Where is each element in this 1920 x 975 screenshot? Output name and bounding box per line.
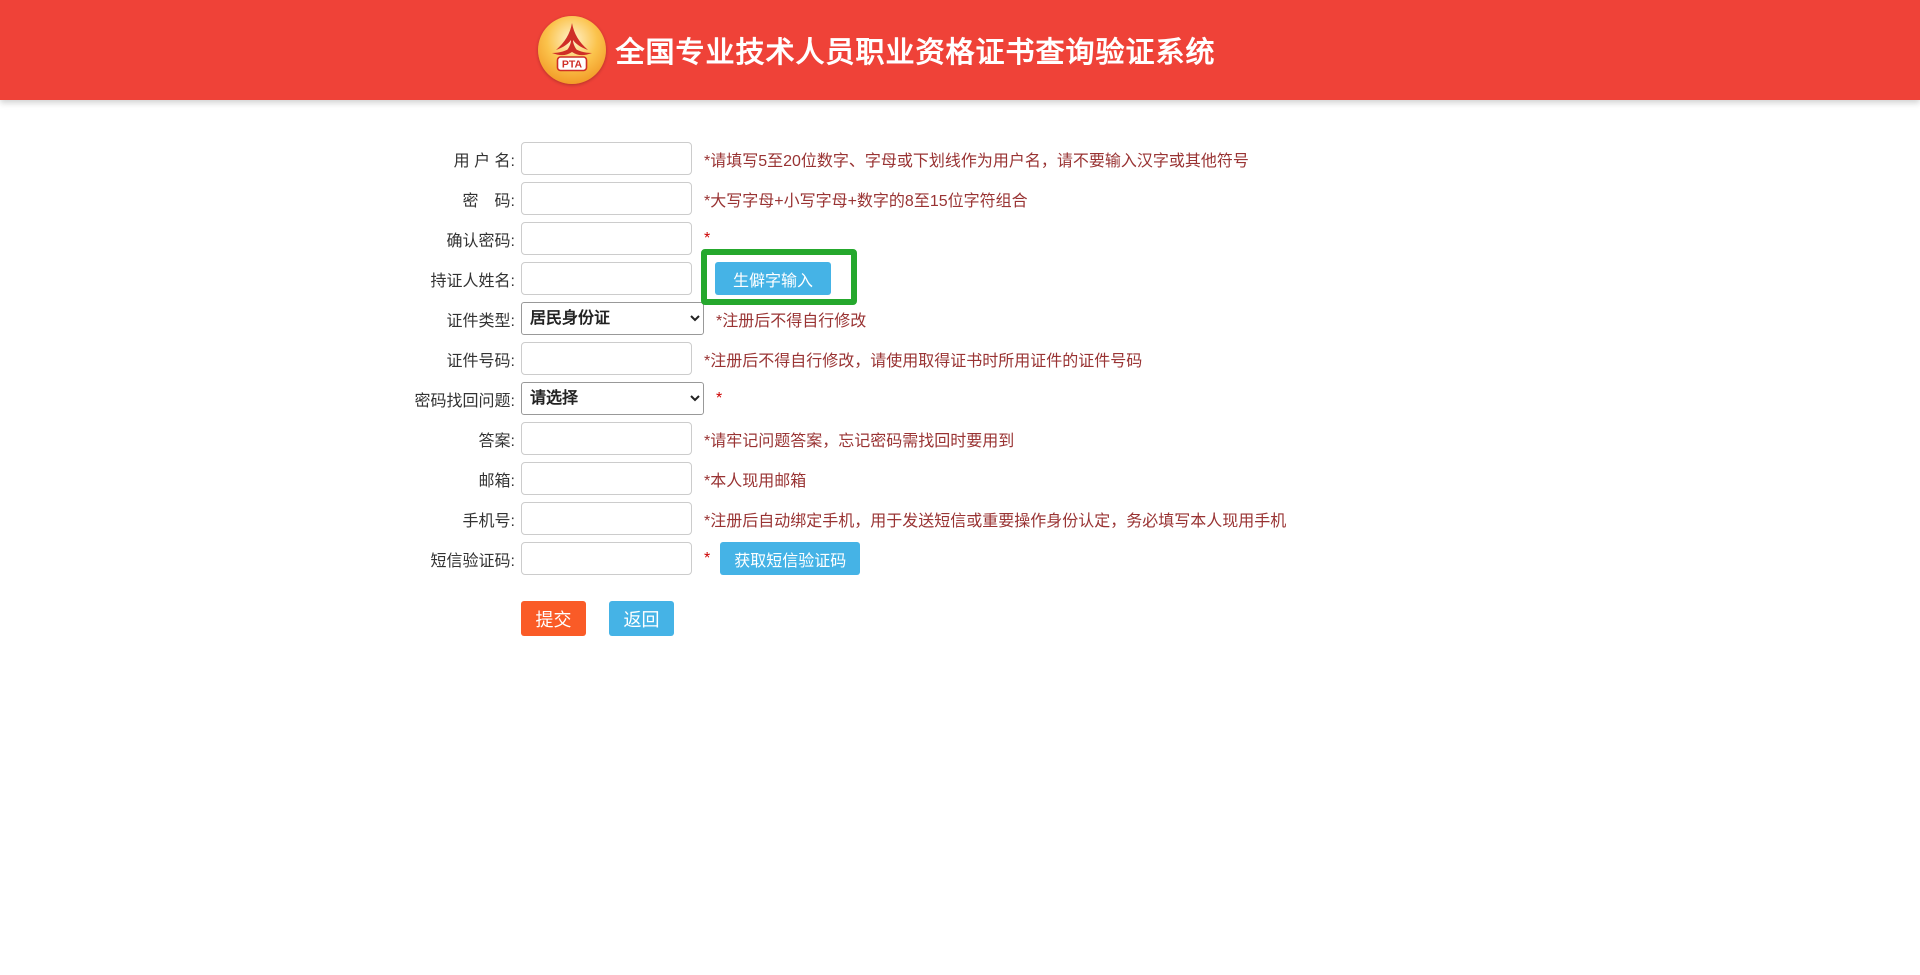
answer-hint: *请牢记问题答案，忘记密码需找回时要用到 <box>704 427 1014 451</box>
password-hint: *大写字母+小写字母+数字的8至15位字符组合 <box>704 187 1028 211</box>
sms-code-required-asterisk: * <box>704 550 710 568</box>
password-input[interactable] <box>521 182 692 215</box>
mobile-hint: *注册后自动绑定手机，用于发送短信或重要操作身份认定，务必填写本人现用手机 <box>704 507 1286 531</box>
back-button[interactable]: 返回 <box>609 601 674 636</box>
security-question-required-asterisk: * <box>716 390 722 408</box>
answer-input[interactable] <box>521 422 692 455</box>
form-row-username: 用 户 名: *请填写5至20位数字、字母或下划线作为用户名，请不要输入汉字或其… <box>0 142 1920 175</box>
page-title: 全国专业技术人员职业资格证书查询验证系统 <box>615 29 1215 71</box>
mobile-label: 手机号: <box>0 507 521 531</box>
confirm-password-input[interactable] <box>521 222 692 255</box>
id-type-select[interactable]: 居民身份证 <box>521 302 704 335</box>
email-hint: *本人现用邮箱 <box>704 467 806 491</box>
id-number-input[interactable] <box>521 342 692 375</box>
username-label: 用 户 名: <box>0 147 521 171</box>
form-actions: 提交 返回 <box>521 601 1920 636</box>
header-content: PTA 全国专业技术人员职业资格证书查询验证系统 <box>538 16 1215 84</box>
confirm-password-label: 确认密码: <box>0 227 521 251</box>
id-number-label: 证件号码: <box>0 347 521 371</box>
sms-code-input[interactable] <box>521 542 692 575</box>
id-type-hint: *注册后不得自行修改 <box>716 307 866 331</box>
rare-char-button-wrap: 生僻字输入 <box>715 262 831 295</box>
registration-form: 用 户 名: *请填写5至20位数字、字母或下划线作为用户名，请不要输入汉字或其… <box>0 142 1920 636</box>
form-row-mobile: 手机号: *注册后自动绑定手机，用于发送短信或重要操作身份认定，务必填写本人现用… <box>0 502 1920 535</box>
username-input[interactable] <box>521 142 692 175</box>
confirm-password-required-asterisk: * <box>704 230 710 248</box>
form-row-security-question: 密码找回问题: 请选择 * <box>0 382 1920 415</box>
form-row-password: 密 码: *大写字母+小写字母+数字的8至15位字符组合 <box>0 182 1920 215</box>
get-sms-code-button[interactable]: 获取短信验证码 <box>720 542 860 575</box>
password-label: 密 码: <box>0 187 521 211</box>
id-number-hint: *注册后不得自行修改，请使用取得证书时所用证件的证件号码 <box>704 347 1142 371</box>
holder-name-input[interactable] <box>521 262 692 295</box>
id-type-label: 证件类型: <box>0 307 521 331</box>
form-row-email: 邮箱: *本人现用邮箱 <box>0 462 1920 495</box>
security-question-label: 密码找回问题: <box>0 387 521 411</box>
username-hint: *请填写5至20位数字、字母或下划线作为用户名，请不要输入汉字或其他符号 <box>704 147 1249 171</box>
form-row-holder-name: 持证人姓名: 生僻字输入 <box>0 262 1920 295</box>
email-input[interactable] <box>521 462 692 495</box>
form-row-id-type: 证件类型: 居民身份证 *注册后不得自行修改 <box>0 302 1920 335</box>
logo-text: PTA <box>562 59 583 71</box>
mobile-input[interactable] <box>521 502 692 535</box>
submit-button[interactable]: 提交 <box>521 601 586 636</box>
form-row-id-number: 证件号码: *注册后不得自行修改，请使用取得证书时所用证件的证件号码 <box>0 342 1920 375</box>
pta-logo-icon: PTA <box>538 16 606 84</box>
form-row-confirm-password: 确认密码: * <box>0 222 1920 255</box>
email-label: 邮箱: <box>0 467 521 491</box>
form-row-sms-code: 短信验证码: * 获取短信验证码 <box>0 542 1920 575</box>
app-header: PTA 全国专业技术人员职业资格证书查询验证系统 <box>0 0 1920 100</box>
answer-label: 答案: <box>0 427 521 451</box>
sms-code-label: 短信验证码: <box>0 547 521 571</box>
security-question-select[interactable]: 请选择 <box>521 382 704 415</box>
rare-char-input-button[interactable]: 生僻字输入 <box>715 262 831 295</box>
form-row-answer: 答案: *请牢记问题答案，忘记密码需找回时要用到 <box>0 422 1920 455</box>
holder-name-label: 持证人姓名: <box>0 267 521 291</box>
